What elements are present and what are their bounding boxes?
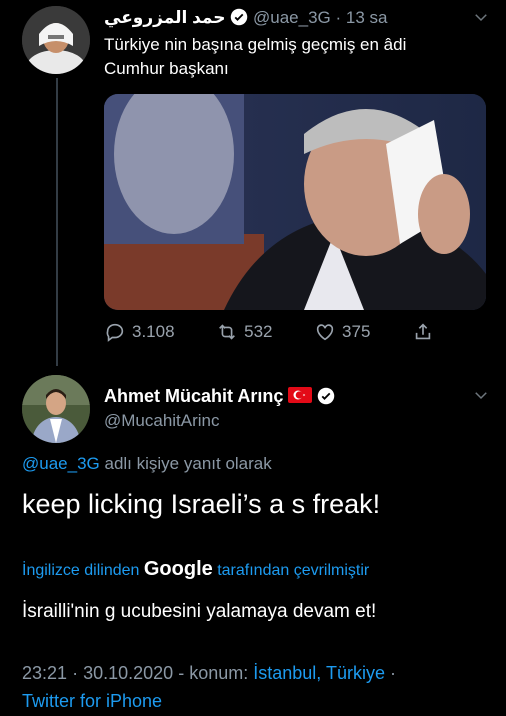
tweet2-header: Ahmet Mücahit Arınç [104,386,335,407]
tweet1-photo[interactable] [104,94,486,310]
meta-dash: - [178,663,185,683]
verified-badge-icon [317,387,335,405]
tweet1-text-line2: Cumhur başkanı [104,59,229,78]
reply-icon [106,323,124,342]
share-icon [415,323,431,340]
thread-line [56,78,58,366]
translation-suffix[interactable]: tarafından çevrilmiştir [217,562,369,579]
turkey-flag-icon [288,387,313,403]
tweet2-chevron-down-icon[interactable] [472,386,490,409]
reply-count: 3.108 [132,322,175,341]
avatar-uae[interactable] [22,6,90,74]
reply-button[interactable]: 3.108 [104,321,175,343]
tweet1-handle[interactable]: @uae_3G [253,8,331,27]
tweet1-actions: 3.108 532 375 [104,321,434,343]
meta-separator-2: · [390,663,396,683]
tweet1-author-name[interactable]: حمد المزروعي [104,8,226,27]
meta-separator: · [72,663,79,683]
tweet2-meta: 23:21 · 30.10.2020 - konum: İstanbul, Tü… [22,659,492,715]
tweet2-author-name[interactable]: Ahmet Mücahit Arınç [104,386,283,406]
retweet-count: 532 [244,322,273,341]
like-icon [316,324,334,341]
reply-to-suffix: adlı kişiye yanıt olarak [104,454,272,473]
source-link[interactable]: Twitter for iPhone [22,691,162,711]
retweet-icon [219,324,236,340]
tweet2-text: keep licking Israeli’s a s freak! [22,489,381,519]
like-count: 375 [342,322,371,341]
reply-context: @uae_3G adlı kişiye yanıt olarak [22,454,272,474]
tweet1-text: Türkiye nin başına gelmiş geçmiş en âdi … [104,33,406,81]
tweet1-chevron-down-icon[interactable] [472,8,490,31]
verified-badge-icon [230,8,248,26]
reply-to-handle[interactable]: @uae_3G [22,454,100,473]
tweet2-handle[interactable]: @MucahitArinc [104,411,220,431]
google-logo: Google [143,558,213,580]
tweet1-time[interactable]: 13 sa [346,8,388,27]
tweet1-text-line1: Türkiye nin başına gelmiş geçmiş en âdi [104,35,407,54]
like-button[interactable]: 375 [314,321,370,343]
tweet1-separator: · [335,8,342,27]
avatar-mucahitarinc[interactable] [22,375,90,443]
translation-text: İsrailli'nin g ucubesini yalamaya devam … [22,601,377,622]
location-label: konum: [189,663,249,683]
translation-prefix[interactable]: İngilizce dilinden [22,562,139,579]
translation-attribution: İngilizce dilinden Google tarafından çev… [22,558,369,581]
retweet-button[interactable]: 532 [216,321,272,343]
tweet1-header: حمد المزروعي @uae_3G · 13 sa [104,8,388,28]
share-button[interactable] [412,321,434,343]
tweet2-time[interactable]: 23:21 [22,663,67,683]
tweet2-date[interactable]: 30.10.2020 [83,663,173,683]
location-link[interactable]: İstanbul, Türkiye [253,663,385,683]
